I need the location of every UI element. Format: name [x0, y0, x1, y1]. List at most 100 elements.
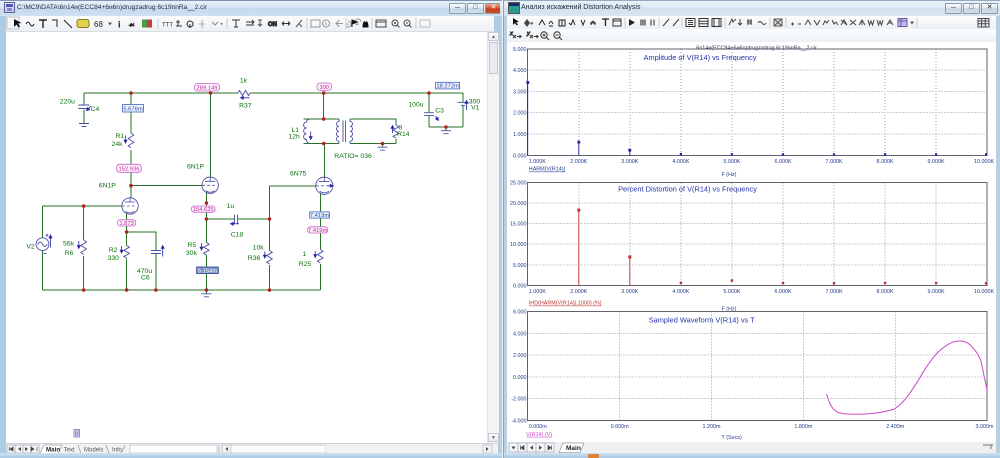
- svg-text:152.936: 152.936: [119, 166, 140, 172]
- svg-text:24k: 24k: [112, 141, 124, 148]
- svg-text:1.800m: 1.800m: [794, 424, 812, 430]
- svg-text:R2: R2: [109, 247, 118, 254]
- svg-text:C4: C4: [91, 106, 100, 113]
- svg-text:5.000K: 5.000K: [723, 289, 740, 295]
- svg-text:6.000K: 6.000K: [774, 159, 791, 165]
- svg-text:5.000K: 5.000K: [723, 159, 740, 165]
- svg-text:5.000: 5.000: [513, 47, 527, 53]
- svg-text:9.000K: 9.000K: [928, 159, 945, 165]
- svg-text:3.000K: 3.000K: [621, 289, 638, 295]
- svg-text:7.000K: 7.000K: [825, 159, 842, 165]
- svg-text:HARM(V(R14)): HARM(V(R14)): [529, 167, 566, 173]
- svg-text:6N1P: 6N1P: [187, 163, 204, 170]
- svg-text:C6: C6: [141, 275, 150, 282]
- svg-text:R25: R25: [299, 261, 312, 268]
- svg-text:4.000K: 4.000K: [672, 289, 689, 295]
- svg-text:Sampled Waveform V(R14) vs T: Sampled Waveform V(R14) vs T: [649, 315, 755, 324]
- svg-text:R1: R1: [116, 133, 125, 140]
- svg-text:6.000K: 6.000K: [774, 289, 791, 295]
- svg-text:V2: V2: [26, 244, 35, 251]
- svg-text:2.000: 2.000: [513, 353, 527, 359]
- svg-text:4.000: 4.000: [513, 331, 527, 337]
- svg-text:TTT: TTT: [162, 23, 173, 29]
- svg-text:1k: 1k: [240, 78, 248, 85]
- svg-text:8.000K: 8.000K: [877, 289, 894, 295]
- svg-text:-2.000: -2.000: [511, 397, 526, 403]
- svg-text:R6: R6: [65, 250, 74, 257]
- svg-text:6n14и(ECC84+6и6n)drugzadrug 6c: 6n14и(ECC84+6и6n)drugzadrug 6c19пnRa__2.…: [696, 45, 817, 51]
- svg-text:100u: 100u: [408, 101, 423, 108]
- svg-text:20.000: 20.000: [510, 201, 527, 207]
- svg-text:F (Hz): F (Hz): [722, 172, 737, 178]
- svg-text:R5: R5: [188, 242, 197, 249]
- svg-text:RATIO= 036: RATIO= 036: [334, 153, 372, 160]
- svg-text:10.000K: 10.000K: [974, 289, 994, 295]
- svg-text:V(R14) (V): V(R14) (V): [526, 432, 552, 438]
- svg-text:10.000K: 10.000K: [974, 159, 994, 165]
- svg-text:6N75: 6N75: [290, 171, 306, 178]
- svg-text:1.000K: 1.000K: [529, 289, 546, 295]
- svg-text:IHD(HARM(V(R14)),1000) (%): IHD(HARM(V(R14)),1000) (%): [529, 301, 602, 307]
- svg-text:7.419m: 7.419m: [308, 228, 328, 234]
- svg-text:56k: 56k: [63, 241, 75, 248]
- svg-text:C3: C3: [435, 108, 444, 115]
- svg-text:1.000: 1.000: [513, 132, 527, 138]
- svg-text:2.000K: 2.000K: [570, 289, 587, 295]
- svg-text:25.000: 25.000: [510, 180, 527, 186]
- svg-text:300: 300: [319, 85, 329, 91]
- svg-text:5.154m: 5.154m: [198, 268, 218, 274]
- svg-text:220u: 220u: [60, 99, 75, 106]
- svg-text:68: 68: [94, 20, 103, 29]
- svg-text:15.000: 15.000: [510, 222, 527, 228]
- svg-text:Main: Main: [566, 445, 581, 452]
- svg-text:5.676m: 5.676m: [123, 106, 143, 112]
- svg-text:5.000: 5.000: [513, 263, 527, 269]
- svg-text:7.000K: 7.000K: [825, 289, 842, 295]
- svg-text:18.272m: 18.272m: [436, 84, 459, 90]
- svg-text:3.000K: 3.000K: [621, 159, 638, 165]
- svg-text:1: 1: [303, 251, 307, 258]
- svg-text:R37: R37: [239, 102, 252, 109]
- svg-text:154.625: 154.625: [193, 207, 214, 213]
- svg-text:x: x: [509, 31, 513, 37]
- svg-text:0.600m: 0.600m: [611, 424, 629, 430]
- svg-text:-4.000: -4.000: [511, 419, 526, 425]
- svg-text:2.000K: 2.000K: [570, 159, 587, 165]
- svg-text:6N1P: 6N1P: [99, 183, 116, 190]
- svg-text:i: i: [118, 20, 121, 30]
- svg-text:V1: V1: [471, 104, 480, 111]
- svg-text:0.000: 0.000: [513, 283, 527, 289]
- svg-text:0.000: 0.000: [513, 153, 527, 159]
- svg-text:4.000: 4.000: [513, 68, 527, 74]
- svg-text:3.000: 3.000: [513, 90, 527, 96]
- svg-text:T (Secs): T (Secs): [722, 435, 742, 441]
- svg-text:y: y: [526, 31, 531, 37]
- svg-text:C18: C18: [231, 231, 244, 238]
- svg-text:289.149: 289.149: [197, 85, 218, 91]
- svg-text:330: 330: [108, 255, 120, 262]
- svg-text:2.400m: 2.400m: [886, 424, 904, 430]
- svg-text:12h: 12h: [289, 134, 301, 141]
- svg-text:0.000m: 0.000m: [529, 424, 547, 430]
- svg-text:4.000K: 4.000K: [672, 159, 689, 165]
- svg-text:1.873: 1.873: [119, 221, 134, 227]
- svg-text:2.000: 2.000: [513, 111, 527, 117]
- svg-text:6.000: 6.000: [513, 310, 527, 316]
- svg-text:R14: R14: [397, 131, 410, 138]
- svg-text:1u: 1u: [227, 203, 235, 210]
- svg-text:Amplitude of V(R14) vs Frequen: Amplitude of V(R14) vs Frequency: [644, 53, 757, 62]
- svg-text:0.000: 0.000: [513, 375, 527, 381]
- svg-text:ON: ON: [268, 22, 277, 28]
- svg-text:10k: 10k: [253, 244, 265, 251]
- svg-text:☙: ☙: [128, 21, 135, 30]
- svg-text:R36: R36: [248, 255, 261, 262]
- svg-text:10.000: 10.000: [510, 242, 527, 248]
- svg-text:1.200m: 1.200m: [703, 424, 721, 430]
- svg-text:9.000K: 9.000K: [928, 289, 945, 295]
- svg-text:3.000m: 3.000m: [976, 424, 994, 430]
- svg-text:1.000K: 1.000K: [529, 159, 546, 165]
- svg-text:Percent Distortion of V(R14) v: Percent Distortion of V(R14) vs Frequenc…: [618, 185, 757, 194]
- svg-text:7.419m: 7.419m: [310, 213, 330, 219]
- svg-text:30k: 30k: [186, 250, 198, 257]
- svg-text:8.000K: 8.000K: [877, 159, 894, 165]
